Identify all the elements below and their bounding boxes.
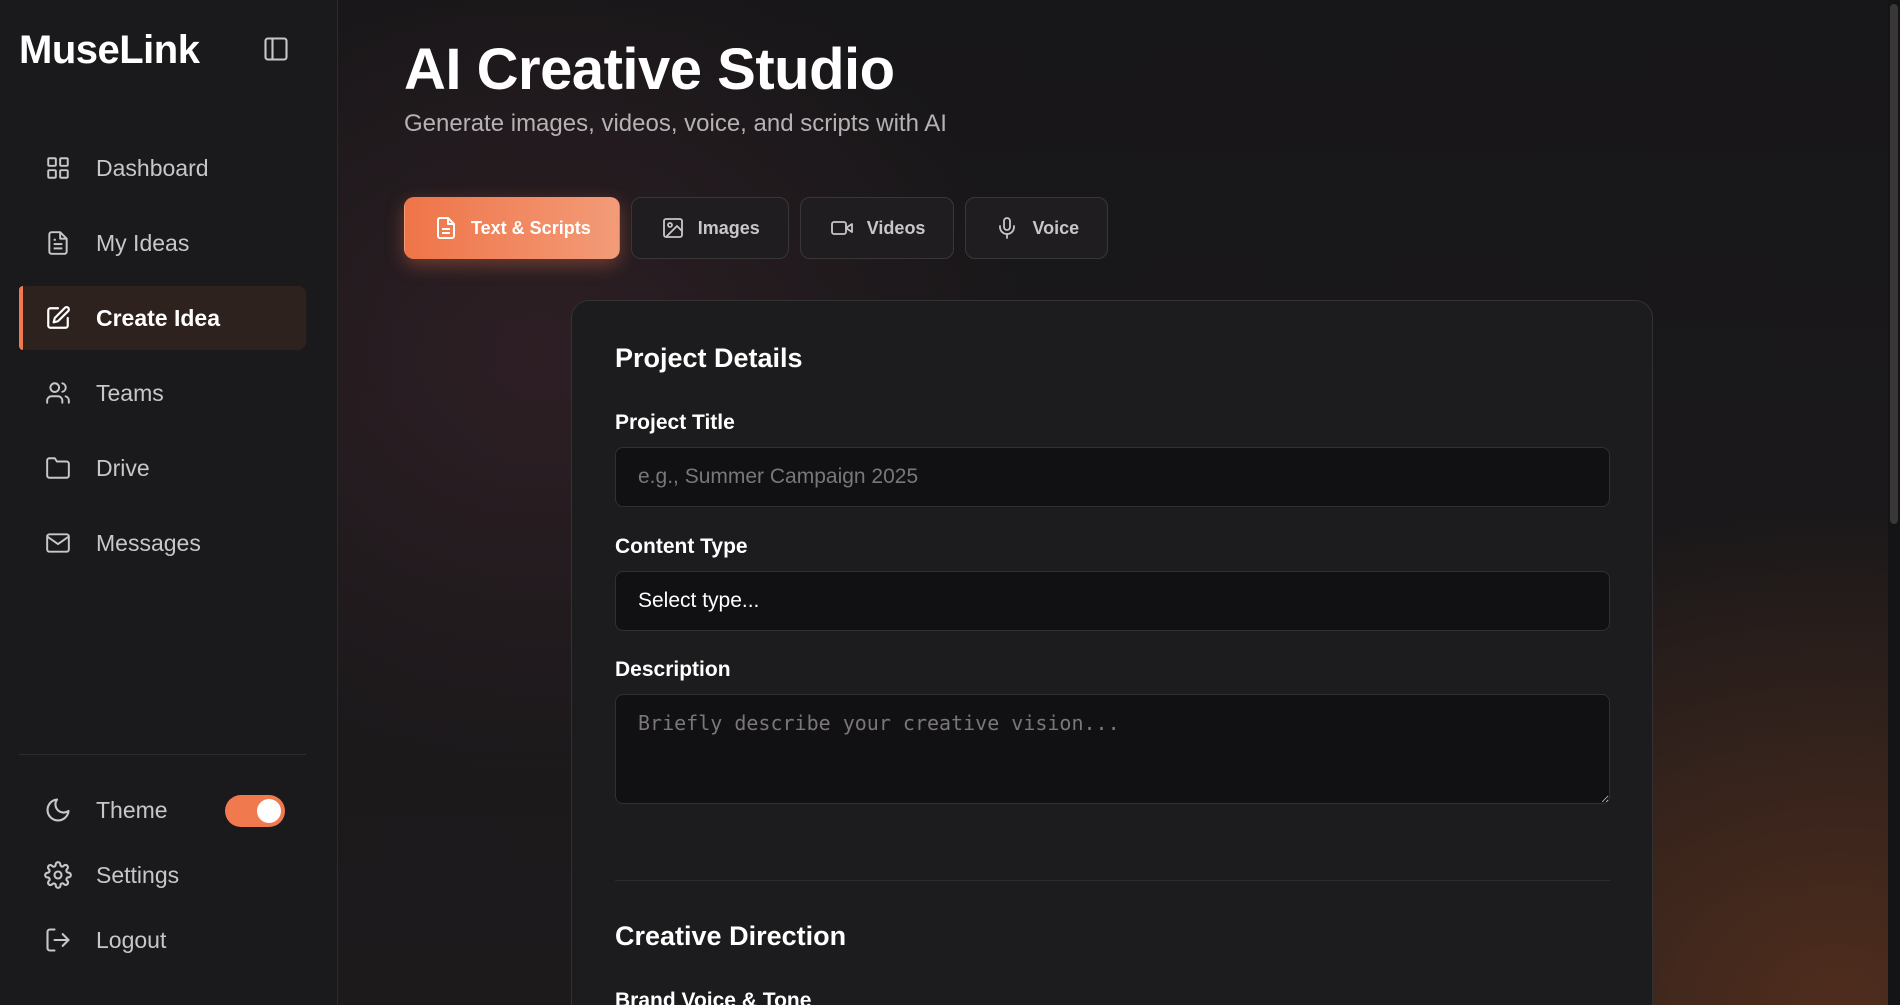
folder-icon	[43, 453, 73, 483]
tab-videos[interactable]: Videos	[799, 197, 955, 259]
mail-icon	[43, 528, 73, 558]
sidebar-item-messages[interactable]: Messages	[19, 511, 306, 575]
description-textarea[interactable]	[615, 694, 1610, 804]
content-type-select[interactable]: Select type...	[615, 571, 1610, 631]
sidebar-item-label: Create Idea	[96, 304, 221, 331]
page-title: AI Creative Studio	[404, 37, 895, 102]
sidebar-item-label: Drive	[96, 454, 150, 481]
gear-icon	[43, 860, 73, 890]
theme-row: Theme	[43, 790, 168, 830]
moon-icon	[43, 795, 73, 825]
settings-label: Settings	[96, 861, 180, 888]
logout-icon	[43, 925, 73, 955]
tab-text-scripts[interactable]: Text & Scripts	[404, 197, 620, 259]
sidebar-item-label: My Ideas	[96, 229, 190, 256]
tab-images[interactable]: Images	[630, 197, 789, 259]
tab-label: Images	[697, 217, 760, 238]
grid-icon	[43, 153, 73, 183]
creative-direction-title: Creative Direction	[615, 921, 847, 951]
tab-voice[interactable]: Voice	[965, 197, 1109, 259]
section-divider	[615, 880, 1610, 881]
theme-label: Theme	[96, 796, 168, 823]
project-form-card: Project Details Project Title Content Ty…	[571, 300, 1653, 1005]
sidebar-item-teams[interactable]: Teams	[19, 361, 306, 425]
page-scrollbar[interactable]	[1888, 0, 1900, 1005]
project-title-input[interactable]	[615, 447, 1610, 507]
sidebar-item-label: Messages	[96, 529, 201, 556]
logout-button[interactable]: Logout	[43, 920, 166, 960]
document-icon	[433, 215, 459, 241]
sidebar-item-label: Teams	[96, 379, 164, 406]
project-title-label: Project Title	[615, 411, 735, 434]
app-window: MuseLink Dashboard My Ideas Create Idea …	[0, 0, 1900, 1005]
microphone-icon	[994, 215, 1020, 241]
video-icon	[829, 215, 855, 241]
sidebar-item-my-ideas[interactable]: My Ideas	[19, 211, 306, 275]
main-content: AI Creative Studio Generate images, vide…	[338, 0, 1900, 1005]
sidebar-divider	[19, 754, 306, 755]
sidebar-item-drive[interactable]: Drive	[19, 436, 306, 500]
sidebar-toggle-icon	[264, 37, 288, 61]
tab-label: Voice	[1032, 217, 1080, 238]
pen-square-icon	[43, 303, 73, 333]
sidebar: MuseLink Dashboard My Ideas Create Idea …	[0, 0, 338, 1005]
sidebar-item-label: Dashboard	[96, 154, 209, 181]
studio-tabs: Text & Scripts Images Videos Voice	[404, 197, 1119, 259]
toggle-knob	[257, 799, 281, 823]
document-icon	[43, 228, 73, 258]
theme-toggle[interactable]	[225, 795, 285, 827]
tab-label: Text & Scripts	[471, 217, 591, 238]
content-type-label: Content Type	[615, 535, 748, 558]
tab-label: Videos	[866, 217, 926, 238]
sidebar-collapse-button[interactable]	[261, 34, 291, 64]
sidebar-nav: Dashboard My Ideas Create Idea Teams Dri…	[19, 136, 306, 586]
description-label: Description	[615, 658, 731, 681]
sidebar-item-create-idea[interactable]: Create Idea	[19, 286, 306, 350]
sidebar-item-dashboard[interactable]: Dashboard	[19, 136, 306, 200]
logout-label: Logout	[96, 926, 167, 953]
users-icon	[43, 378, 73, 408]
content-type-value: Select type...	[638, 589, 760, 612]
project-details-title: Project Details	[615, 343, 803, 373]
app-logo[interactable]: MuseLink	[19, 28, 200, 73]
page-subtitle: Generate images, videos, voice, and scri…	[404, 110, 947, 137]
scrollbar-thumb[interactable]	[1890, 4, 1898, 524]
settings-button[interactable]: Settings	[43, 855, 179, 895]
brand-voice-label: Brand Voice & Tone	[615, 989, 812, 1005]
image-icon	[660, 215, 686, 241]
